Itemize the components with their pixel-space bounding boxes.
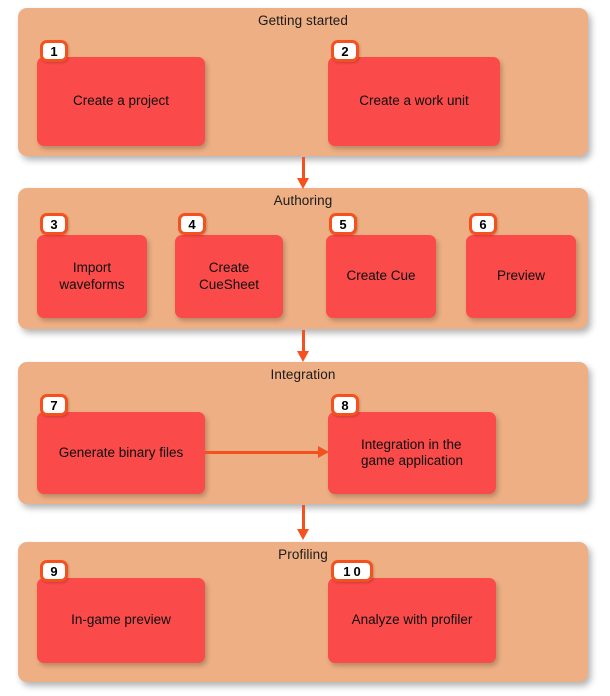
step-card-3[interactable]: Import waveforms: [37, 235, 147, 318]
step-card-10[interactable]: Analyze with profiler: [328, 578, 496, 663]
step-badge-4: 4: [178, 213, 206, 235]
connector-authoring-to-integration: [297, 330, 310, 362]
connector-shaft: [302, 157, 305, 178]
step-card-1[interactable]: Create a project: [37, 57, 205, 146]
step-card-3-label: Import waveforms: [59, 260, 125, 292]
connector-shaft: [205, 451, 318, 454]
connector-shaft: [302, 330, 305, 351]
step-card-5[interactable]: Create Cue: [326, 235, 436, 318]
step-badge-5-number: 5: [339, 216, 347, 232]
diagram-canvas: Getting started Create a project 1 Creat…: [0, 0, 610, 696]
step-badge-5: 5: [329, 213, 357, 235]
connector-arrowhead: [297, 529, 309, 540]
step-card-4-label: Create CueSheet: [198, 260, 260, 292]
step-card-4[interactable]: Create CueSheet: [175, 235, 283, 318]
step-badge-8: 8: [331, 394, 359, 416]
step-badge-6: 6: [469, 213, 497, 235]
step-card-1-label: Create a project: [72, 93, 170, 109]
step-card-2[interactable]: Create a work unit: [328, 57, 500, 146]
step-badge-3: 3: [40, 213, 68, 235]
step-badge-3-number: 3: [50, 216, 58, 232]
step-card-7[interactable]: Generate binary files: [37, 412, 205, 494]
step-badge-10-number: 10: [343, 563, 364, 579]
step-badge-8-number: 8: [341, 397, 349, 413]
step-card-10-label: Analyze with profiler: [351, 612, 473, 628]
section-title-getting-started: Getting started: [257, 13, 349, 28]
connector-arrowhead: [318, 446, 329, 458]
step-card-7-label: Generate binary files: [58, 444, 184, 460]
step-badge-9-number: 9: [50, 563, 58, 579]
step-badge-4-number: 4: [188, 216, 196, 232]
step-card-6-label: Preview: [496, 268, 545, 284]
step-card-8-label: Integration in the game application: [360, 436, 464, 468]
connector-arrowhead: [297, 351, 309, 362]
step-badge-2-number: 2: [341, 43, 349, 59]
step-badge-1: 1: [40, 40, 68, 62]
step-card-8[interactable]: Integration in the game application: [328, 412, 496, 494]
step-badge-9: 9: [40, 560, 68, 582]
step-badge-7-number: 7: [50, 397, 58, 413]
section-title-authoring: Authoring: [273, 193, 333, 208]
step-badge-1-number: 1: [50, 43, 58, 59]
connector-arrowhead: [297, 178, 309, 189]
step-badge-7: 7: [40, 394, 68, 416]
section-title-integration: Integration: [270, 367, 336, 382]
connector-getting-started-to-authoring: [297, 157, 310, 189]
connector-integration-to-profiling: [297, 505, 310, 540]
step-badge-10: 10: [331, 560, 373, 582]
section-title-profiling: Profiling: [278, 547, 328, 562]
step-badge-2: 2: [331, 40, 359, 62]
step-card-9[interactable]: In-game preview: [37, 578, 205, 663]
step-card-9-label: In-game preview: [71, 612, 171, 628]
step-badge-6-number: 6: [479, 216, 487, 232]
connector-shaft: [302, 505, 305, 529]
step-card-2-label: Create a work unit: [359, 93, 469, 109]
step-card-6[interactable]: Preview: [466, 235, 576, 318]
connector-generate-to-integration-app: [205, 446, 329, 459]
step-card-5-label: Create Cue: [346, 268, 416, 284]
